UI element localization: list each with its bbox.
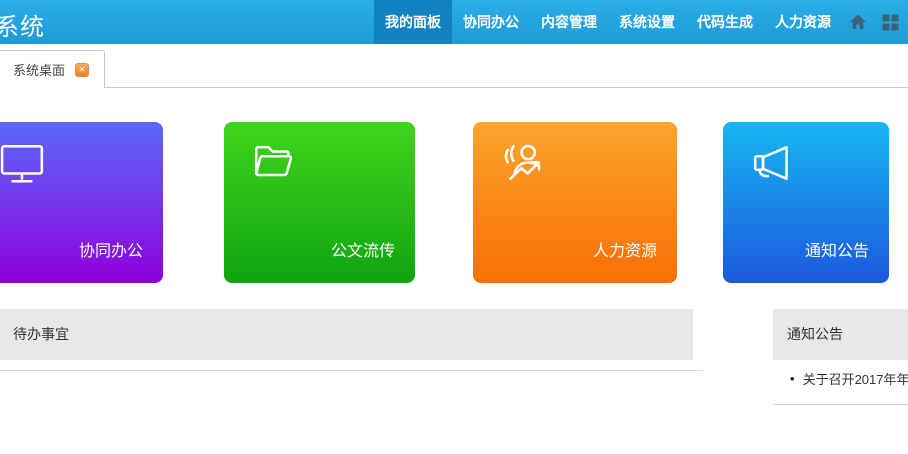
- notice-list-item[interactable]: • 关于召开2017年年: [773, 368, 908, 388]
- megaphone-icon: [751, 140, 797, 186]
- tile-notices[interactable]: 通知公告: [723, 122, 889, 283]
- notices-panel-divider: [773, 404, 908, 405]
- nav-item-code-gen[interactable]: 代码生成: [686, 0, 764, 44]
- tile-label: 公文流传: [331, 237, 395, 261]
- top-header: 系统 我的面板 协同办公 内容管理 系统设置 代码生成 人力资源: [0, 0, 908, 44]
- nav-item-system-settings[interactable]: 系统设置: [608, 0, 686, 44]
- grid-icon: [882, 14, 899, 31]
- tab-label: 系统桌面: [13, 60, 65, 79]
- tile-label: 协同办公: [79, 237, 143, 261]
- tile-label: 人力资源: [593, 237, 657, 261]
- home-button[interactable]: [842, 0, 874, 44]
- tab-bar: 系统桌面 ✕: [0, 44, 908, 88]
- todo-panel-header: 待办事宜: [0, 309, 693, 360]
- apps-grid-button[interactable]: [874, 0, 906, 44]
- nav-item-hr[interactable]: 人力资源: [764, 0, 842, 44]
- tile-hr[interactable]: 人力资源: [473, 122, 677, 283]
- tab-system-desktop[interactable]: 系统桌面 ✕: [0, 50, 105, 88]
- notice-item-text: 关于召开2017年年: [803, 369, 908, 388]
- tab-close-icon[interactable]: ✕: [75, 63, 89, 77]
- todo-panel-divider: [0, 370, 703, 371]
- folder-open-icon: [252, 140, 298, 186]
- monitor-icon: [0, 140, 46, 186]
- tile-collab-office[interactable]: 协同办公: [0, 122, 163, 283]
- tabbar-divider: [105, 87, 908, 88]
- nav-item-my-dashboard[interactable]: 我的面板: [374, 0, 452, 44]
- person-growth-icon: [501, 140, 547, 186]
- nav-item-content-mgmt[interactable]: 内容管理: [530, 0, 608, 44]
- main-nav: 我的面板 协同办公 内容管理 系统设置 代码生成 人力资源: [374, 0, 906, 44]
- bullet-icon: •: [790, 371, 795, 386]
- app-window: 系统 我的面板 协同办公 内容管理 系统设置 代码生成 人力资源: [0, 0, 908, 454]
- nav-item-collab-office[interactable]: 协同办公: [452, 0, 530, 44]
- app-title: 系统: [0, 7, 45, 42]
- home-icon: [849, 13, 867, 31]
- tile-label: 通知公告: [805, 237, 869, 261]
- notices-panel-header: 通知公告: [773, 309, 908, 360]
- tile-document-flow[interactable]: 公文流传: [224, 122, 415, 283]
